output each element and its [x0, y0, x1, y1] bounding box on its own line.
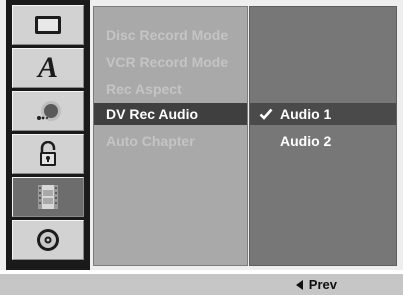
- lock-icon: [40, 141, 56, 166]
- dv-rec-audio-options: Audio 1 Audio 2: [249, 6, 397, 266]
- menu-item-label: Rec Aspect: [106, 81, 182, 97]
- audio-icon: [37, 101, 61, 121]
- category-lock[interactable]: [12, 134, 84, 174]
- prev-button[interactable]: Prev: [295, 274, 337, 295]
- menu-item-label: VCR Record Mode: [106, 54, 229, 70]
- category-recording[interactable]: [12, 177, 84, 217]
- category-icon-column: A: [6, 0, 90, 270]
- menu-item-label: Disc Record Mode: [106, 27, 229, 43]
- left-triangle-icon: [295, 279, 303, 290]
- option-audio-1[interactable]: Audio 1: [250, 103, 396, 125]
- menu-item-rec-aspect[interactable]: Rec Aspect: [94, 78, 247, 100]
- checkmark-icon: [259, 108, 273, 120]
- option-label: Audio 1: [280, 106, 332, 122]
- bottom-hint-bar: Prev: [0, 274, 403, 295]
- menu-item-dv-rec-audio[interactable]: DV Rec Audio: [94, 103, 247, 125]
- menu-item-label: Auto Chapter: [106, 133, 195, 149]
- category-language[interactable]: A: [12, 48, 84, 88]
- prev-label: Prev: [308, 277, 337, 292]
- recording-film-icon: [38, 185, 58, 209]
- category-tv-screen[interactable]: [12, 5, 84, 45]
- tv-screen-icon: [35, 16, 61, 34]
- option-audio-2[interactable]: Audio 2: [250, 130, 396, 152]
- menu-item-label: DV Rec Audio: [106, 106, 199, 122]
- category-audio[interactable]: [12, 91, 84, 131]
- menu-item-auto-chapter[interactable]: Auto Chapter: [94, 130, 247, 152]
- menu-item-vcr-record-mode[interactable]: VCR Record Mode: [94, 51, 247, 73]
- category-disc[interactable]: [12, 220, 84, 260]
- option-label: Audio 2: [280, 133, 332, 149]
- menu-item-disc-record-mode[interactable]: Disc Record Mode: [94, 24, 247, 46]
- setup-menu-panel: A Disc Record Mode VCR Record Mode Rec A…: [0, 0, 403, 270]
- record-settings-menu: Disc Record Mode VCR Record Mode Rec Asp…: [93, 6, 248, 266]
- language-icon: A: [37, 51, 58, 84]
- disc-icon: [37, 229, 59, 251]
